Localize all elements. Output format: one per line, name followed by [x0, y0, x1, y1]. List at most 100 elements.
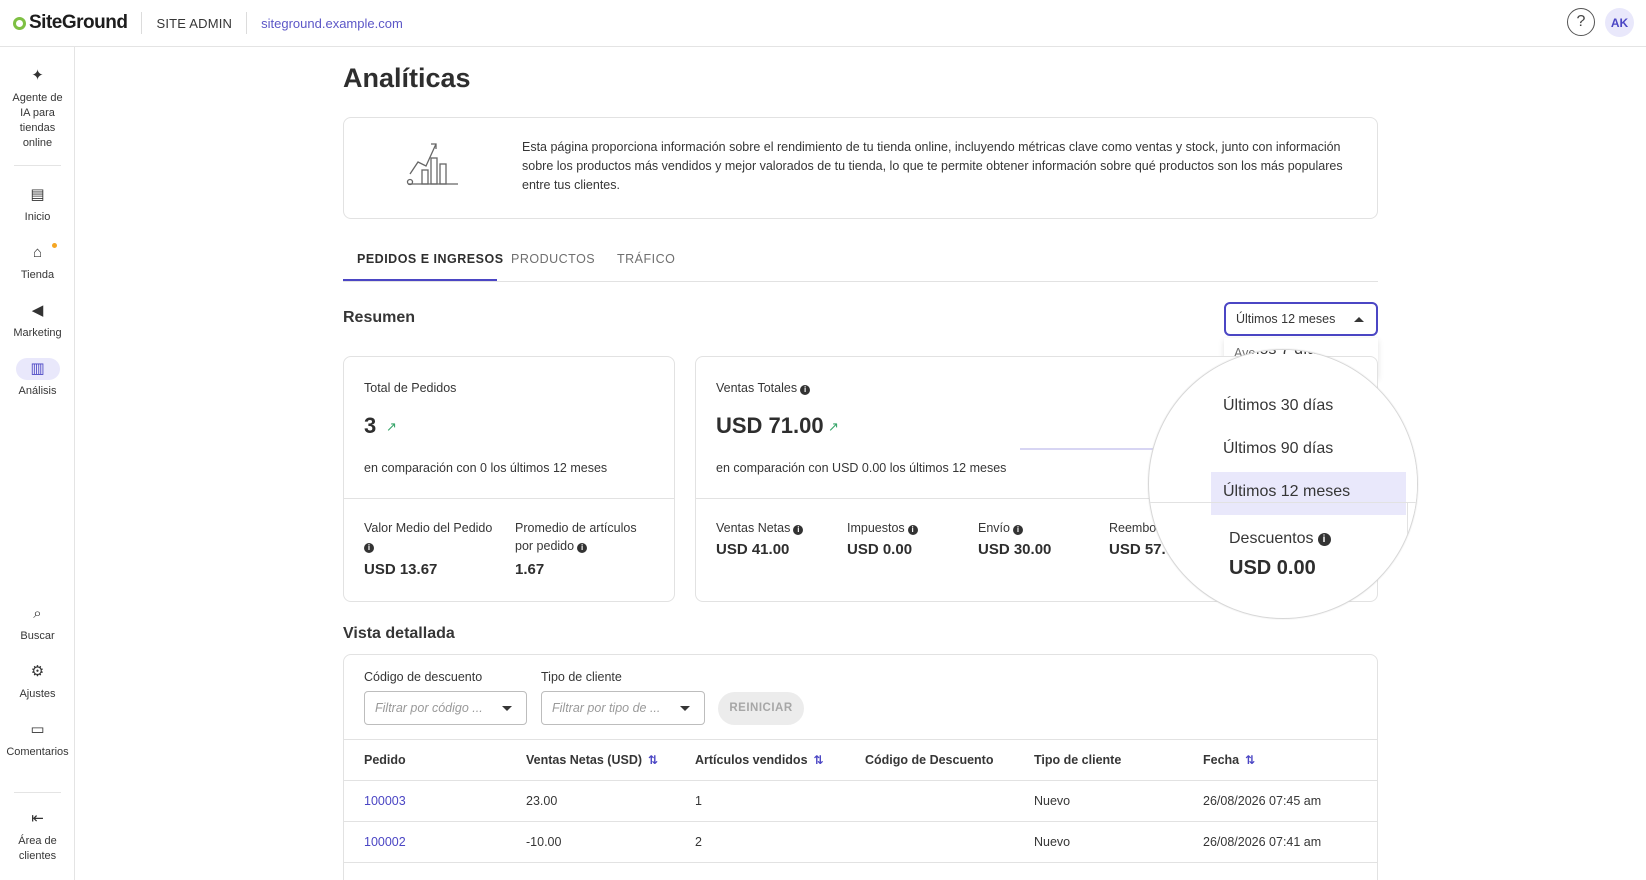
sidebar-item-analytics[interactable]: ▥ Análisis — [0, 358, 75, 399]
column-header-net-sales[interactable]: Ventas Netas (USD) ⇅ — [526, 753, 658, 767]
info-icon[interactable]: i — [364, 543, 374, 553]
logo-text: SiteGround — [29, 12, 128, 33]
notification-dot — [52, 243, 57, 248]
info-icon[interactable]: i — [800, 385, 811, 395]
sidebar-item-label: Inicio — [24, 211, 51, 223]
table-row: 100003 23.00 1 Nuevo 26/08/2026 07:45 am — [344, 780, 1377, 821]
exit-icon: ⇤ — [31, 810, 44, 827]
siteground-logo[interactable]: SiteGround — [13, 0, 128, 47]
avg-items-value: 1.67 — [515, 561, 545, 578]
period-option-90-days[interactable]: Últimos 90 días — [1223, 440, 1333, 458]
column-header-net-sales-text: Ventas Netas (USD) — [526, 753, 643, 767]
customer-filter-label: Tipo de cliente — [541, 670, 622, 684]
total-orders-value: 3 — [364, 413, 377, 438]
sidebar-item-label: Ajustes — [19, 688, 56, 700]
card-edge — [1407, 502, 1408, 618]
sidebar-item-marketing[interactable]: ◀ Marketing — [0, 300, 75, 341]
column-header-order[interactable]: Pedido — [364, 753, 406, 767]
tab-traffic[interactable]: TRÁFICO — [617, 252, 675, 266]
dashboard-icon: ▤ — [30, 186, 45, 203]
customer-filter-select[interactable]: Filtrar por tipo de ... — [541, 691, 705, 725]
discounts-label: Descuentos i — [1229, 530, 1331, 548]
info-icon[interactable]: i — [907, 525, 918, 535]
tab-products[interactable]: PRODUCTOS — [511, 252, 595, 266]
order-link[interactable]: 100002 — [364, 835, 406, 849]
sort-icon[interactable]: ⇅ — [1245, 753, 1255, 767]
analytics-illustration-icon — [406, 143, 458, 186]
help-button[interactable]: ? — [1567, 8, 1595, 36]
detailed-view-title: Vista detallada — [343, 625, 455, 642]
shipping-label-text: Envío — [978, 521, 1010, 535]
magnifier-lens: Últimos 7 días Últimos 30 días Últimos 9… — [1148, 349, 1418, 619]
tabs: PEDIDOS E INGRESOS PRODUCTOS TRÁFICO — [343, 246, 1378, 282]
order-link[interactable]: 100003 — [364, 794, 406, 808]
shipping-label: Envío i — [978, 519, 1023, 537]
period-select[interactable]: Últimos 12 meses — [1224, 302, 1378, 336]
gear-icon: ⚙ — [30, 663, 45, 680]
sales-comparison: en comparación con USD 0.00 los últimos … — [716, 461, 1007, 475]
sidebar-divider — [14, 165, 61, 166]
total-orders-label: Total de Pedidos — [364, 381, 457, 395]
sort-icon[interactable]: ⇅ — [648, 753, 658, 767]
items-sold-cell: 2 — [695, 835, 702, 849]
column-header-items-sold[interactable]: Artículos vendidos ⇅ — [695, 753, 824, 767]
sort-icon[interactable]: ⇅ — [814, 753, 824, 767]
active-tab-indicator — [343, 279, 497, 281]
refunds-label: Reembo — [1109, 521, 1157, 535]
card-divider — [1149, 502, 1417, 503]
chevron-up-icon — [1354, 317, 1364, 322]
comment-icon: ▭ — [30, 721, 45, 738]
tab-orders-revenue[interactable]: PEDIDOS E INGRESOS — [357, 252, 504, 266]
avg-order-label: Valor Medio del Pedido i — [364, 519, 504, 555]
sidebar-item-store[interactable]: ⌂ Tienda — [0, 242, 75, 283]
sidebar-item-search[interactable]: ⌕ Buscar — [0, 603, 75, 644]
sidebar-item-label: Agente de IA para tiendas online — [12, 92, 63, 149]
column-header-discount-code: Código de Descuento — [865, 753, 994, 767]
info-icon[interactable]: i — [793, 525, 804, 535]
sidebar-item-home[interactable]: ▤ Inicio — [0, 184, 75, 225]
date-cell: 26/08/2026 07:41 am — [1203, 835, 1322, 849]
detailed-view-card: Código de descuento Filtrar por código .… — [343, 654, 1378, 880]
sidebar-divider — [14, 792, 61, 793]
period-option-12-months[interactable]: Últimos 12 meses — [1223, 483, 1350, 501]
sidebar-item-ai-agent[interactable]: ✦ Agente de IA para tiendas online — [0, 65, 75, 151]
avatar[interactable]: AK — [1605, 8, 1634, 37]
customer-type-cell: Nuevo — [1034, 794, 1071, 808]
net-sales-label: Ventas Netas i — [716, 519, 804, 537]
total-sales-label: Ventas Totales i — [716, 381, 811, 395]
info-card: Esta página proporciona información sobr… — [343, 117, 1378, 219]
column-header-date[interactable]: Fecha ⇅ — [1203, 753, 1255, 767]
period-option-7-days[interactable]: Últimos 7 días — [1223, 350, 1324, 359]
site-url-link[interactable]: siteground.example.com — [261, 16, 403, 31]
site-admin-label: SITE ADMIN — [156, 15, 233, 31]
discount-filter-select[interactable]: Filtrar por código ... — [364, 691, 527, 725]
table-header-row: Pedido Ventas Netas (USD) ⇅ Artículos ven… — [344, 739, 1377, 780]
trend-up-icon: ↗ — [828, 419, 839, 434]
net-sales-label-text: Ventas Netas — [716, 521, 791, 535]
orders-card: Total de Pedidos 3 ↗ en comparación con … — [343, 356, 675, 602]
sidebar-item-client-area[interactable]: ⇤ Área de clientes — [0, 808, 75, 864]
top-bar: SiteGround SITE ADMIN siteground.example… — [0, 0, 1646, 47]
info-icon[interactable]: i — [1317, 533, 1331, 546]
info-text: Esta página proporciona información sobr… — [522, 140, 1343, 192]
sidebar-item-label: Comentarios — [6, 746, 69, 758]
avg-order-label-text: Valor Medio del Pedido — [364, 521, 493, 535]
megaphone-icon: ◀ — [31, 302, 44, 319]
reset-button[interactable]: REINICIAR — [718, 692, 804, 725]
summary-title: Resumen — [343, 309, 416, 326]
sidebar-item-feedback[interactable]: ▭ Comentarios — [0, 719, 75, 760]
discounts-value: USD 0.00 — [1229, 557, 1316, 579]
period-option-30-days[interactable]: Últimos 30 días — [1223, 397, 1333, 415]
bar-chart-icon: ▥ — [15, 358, 60, 380]
sidebar-item-label: Área de clientes — [18, 835, 57, 862]
sales-chart-line — [1020, 448, 1170, 450]
sidebar-item-settings[interactable]: ⚙ Ajustes — [0, 661, 75, 702]
column-header-items-sold-text: Artículos vendidos — [695, 753, 808, 767]
taxes-value: USD 0.00 — [847, 541, 913, 558]
refunds-value: USD 57. — [1109, 541, 1166, 558]
info-icon[interactable]: i — [577, 543, 588, 553]
info-icon[interactable]: i — [1012, 525, 1023, 535]
divider — [141, 12, 143, 34]
taxes-label-text: Impuestos — [847, 521, 905, 535]
chevron-down-icon — [502, 706, 512, 711]
